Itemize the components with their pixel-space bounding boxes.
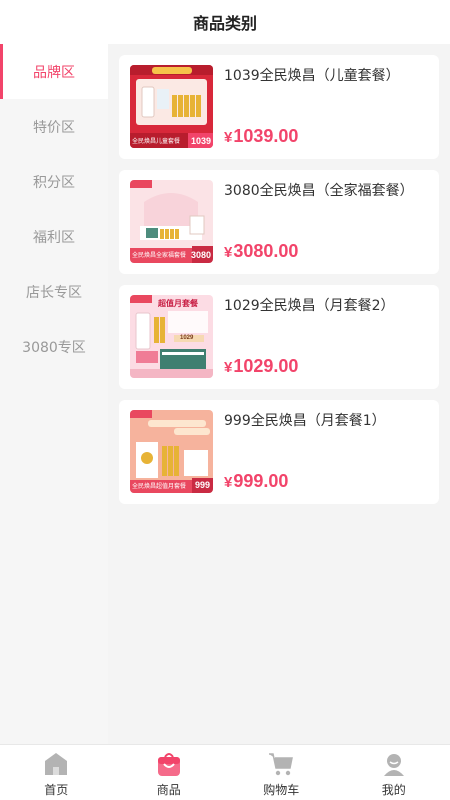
thumb-badge: 3080 [190, 250, 211, 260]
tab-products[interactable]: 商品 [113, 745, 226, 800]
thumb-badge: 1039 [190, 136, 211, 146]
user-icon [380, 750, 408, 778]
product-card[interactable]: 1039 全民焕昌儿童套餐 1039全民焕昌（儿童套餐） ¥1039.00 [119, 55, 439, 159]
price-value: 1039.00 [233, 126, 299, 146]
currency-symbol: ¥ [224, 474, 233, 491]
category-sidebar: 品牌区 特价区 积分区 福利区 店长专区 3080专区 [0, 44, 108, 744]
product-price: ¥1039.00 [224, 126, 298, 147]
sidebar-item-3080[interactable]: 3080专区 [0, 319, 108, 374]
currency-symbol: ¥ [224, 359, 233, 376]
product-price: ¥999.00 [224, 471, 288, 492]
tab-home[interactable]: 首页 [0, 745, 113, 800]
home-icon [42, 750, 70, 778]
bottom-tabbar: 首页 商品 购物车 我的 [0, 744, 450, 800]
currency-symbol: ¥ [224, 129, 233, 146]
page-title: 商品类别 [192, 14, 257, 33]
sidebar-item-brand[interactable]: 品牌区 [0, 44, 108, 99]
currency-symbol: ¥ [224, 244, 233, 261]
bag-icon [155, 750, 183, 778]
thumb-badge: 999 [194, 480, 210, 490]
sidebar-item-manager[interactable]: 店长专区 [0, 264, 108, 319]
cart-icon [267, 750, 295, 778]
product-list: 1039 全民焕昌儿童套餐 1039全民焕昌（儿童套餐） ¥1039.00 30… [108, 44, 450, 744]
price-value: 1029.00 [233, 356, 299, 376]
product-card[interactable]: 999 全民焕昌超值月套餐 999全民焕昌（月套餐1） ¥999.00 [119, 400, 439, 504]
header: 商品类别 [0, 0, 450, 44]
thumb-caption: 全民焕昌超值月套餐 [132, 483, 187, 490]
product-name[interactable]: 3080全民焕昌（全家福套餐） [224, 182, 429, 200]
product-name[interactable]: 1029全民焕昌（月套餐2） [224, 297, 429, 315]
sidebar-item-points[interactable]: 积分区 [0, 154, 108, 209]
sidebar-item-label: 店长专区 [26, 284, 82, 301]
product-image[interactable]: 超值月套餐 1029 [130, 295, 213, 378]
product-image[interactable]: 999 全民焕昌超值月套餐 [130, 410, 213, 493]
product-price: ¥1029.00 [224, 356, 298, 377]
thumb-caption: 全民焕昌儿童套餐 [132, 138, 181, 145]
thumb-badge: 1029 [180, 335, 194, 341]
thumb-caption: 超值月套餐 [158, 299, 198, 308]
sidebar-item-special-price[interactable]: 特价区 [0, 99, 108, 154]
sidebar-item-label: 特价区 [33, 119, 75, 136]
sidebar-item-label: 3080专区 [22, 339, 86, 356]
tab-label: 首页 [44, 783, 69, 797]
tab-mine[interactable]: 我的 [338, 745, 450, 800]
tab-label: 我的 [381, 783, 406, 797]
product-name[interactable]: 1039全民焕昌（儿童套餐） [224, 67, 429, 85]
product-image[interactable]: 1039 全民焕昌儿童套餐 [130, 65, 213, 148]
sidebar-item-welfare[interactable]: 福利区 [0, 209, 108, 264]
thumb-caption: 全民焕昌全家福套餐 [132, 252, 187, 259]
sidebar-item-label: 品牌区 [33, 64, 75, 81]
tab-label: 购物车 [263, 783, 300, 797]
sidebar-item-label: 福利区 [33, 229, 75, 246]
product-card[interactable]: 超值月套餐 1029 1029全民焕昌（月套餐2） ¥1029.00 [119, 285, 439, 389]
tab-label: 商品 [156, 783, 181, 797]
product-name[interactable]: 999全民焕昌（月套餐1） [224, 412, 429, 430]
product-card[interactable]: 3080 全民焕昌全家福套餐 3080全民焕昌（全家福套餐） ¥3080.00 [119, 170, 439, 274]
price-value: 999.00 [233, 471, 289, 491]
price-value: 3080.00 [233, 241, 299, 261]
product-price: ¥3080.00 [224, 241, 298, 262]
tab-cart[interactable]: 购物车 [225, 745, 338, 800]
product-image[interactable]: 3080 全民焕昌全家福套餐 [130, 180, 213, 263]
sidebar-item-label: 积分区 [33, 174, 75, 191]
